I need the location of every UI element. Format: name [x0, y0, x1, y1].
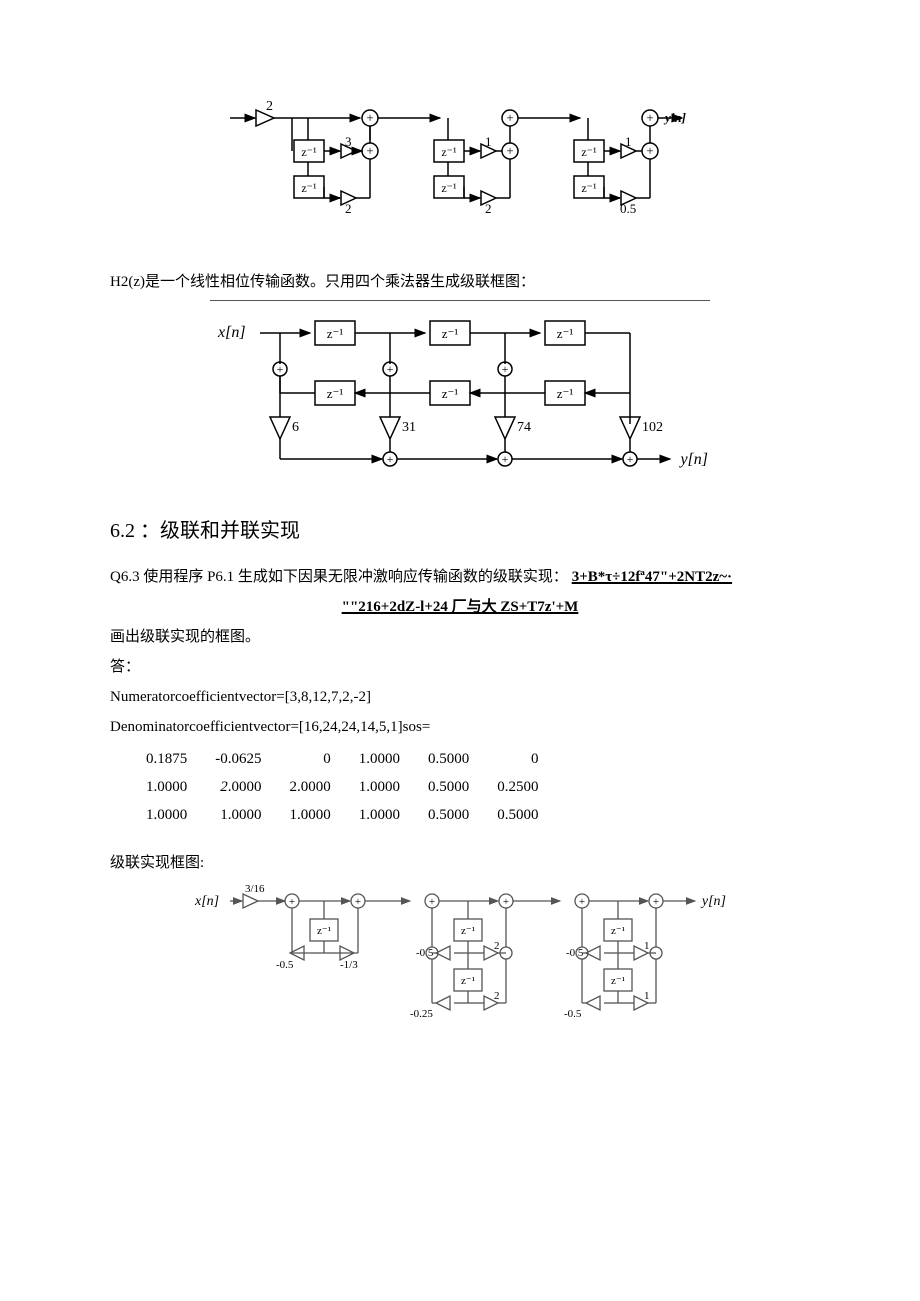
- svg-text:6: 6: [292, 420, 299, 435]
- draw-prompt: 画出级联实现的框图。: [110, 625, 810, 649]
- svg-text:2: 2: [485, 201, 492, 216]
- diagram-3: x[n] 3/16 + + z⁻¹ -0.5 -1/3 + + z⁻¹: [110, 883, 810, 1061]
- svg-text:+: +: [646, 143, 653, 158]
- svg-text:x[n]: x[n]: [217, 324, 246, 341]
- q63-formula-2: ""216+2dZ-l+24 厂与大 ZS+T7z'+M: [110, 595, 810, 619]
- svg-text:2: 2: [266, 99, 273, 114]
- svg-text:z⁻¹: z⁻¹: [557, 386, 574, 401]
- svg-text:-0.5: -0.5: [564, 1008, 582, 1020]
- svg-text:-0.5: -0.5: [276, 959, 294, 971]
- svg-text:y[n]: y[n]: [700, 894, 726, 909]
- svg-text:z⁻¹: z⁻¹: [317, 925, 331, 937]
- svg-text:2: 2: [494, 990, 500, 1002]
- svg-text:y[n]: y[n]: [678, 451, 708, 468]
- svg-text:+: +: [653, 896, 659, 908]
- svg-text:+: +: [506, 110, 513, 125]
- diagram-2: x[n] z⁻¹ z⁻¹ z⁻¹ + + + z⁻¹ z⁻¹ z⁻¹ 6 31 …: [110, 309, 810, 487]
- svg-text:1: 1: [625, 134, 632, 149]
- svg-text:-0.5: -0.5: [416, 947, 434, 959]
- svg-text:z⁻¹: z⁻¹: [461, 925, 475, 937]
- svg-text:z⁻¹: z⁻¹: [581, 145, 597, 159]
- svg-text:z⁻¹: z⁻¹: [441, 181, 457, 195]
- svg-text:+: +: [506, 143, 513, 158]
- svg-text:102: 102: [642, 420, 663, 435]
- svg-text:z⁻¹: z⁻¹: [301, 181, 317, 195]
- table-row: 1.00001.00001.0000 1.00000.50000.5000: [110, 801, 567, 829]
- sos-table: 0.1875-0.06250 1.00000.50000 1.00002.000…: [110, 745, 567, 829]
- svg-text:-1/3: -1/3: [340, 959, 358, 971]
- text-h2z: H2(z)是一个线性相位传输函数。只用四个乘法器生成级联框图：: [110, 270, 810, 294]
- table-row: 0.1875-0.06250 1.00000.50000: [110, 745, 567, 773]
- svg-text:z⁻¹: z⁻¹: [557, 326, 574, 341]
- divider: [210, 300, 710, 301]
- svg-text:+: +: [503, 896, 509, 908]
- svg-text:z⁻¹: z⁻¹: [327, 386, 344, 401]
- svg-text:-0.25: -0.25: [410, 1008, 433, 1020]
- svg-text:+: +: [277, 362, 284, 376]
- svg-text:+: +: [366, 110, 373, 125]
- svg-text:1: 1: [644, 940, 650, 952]
- numerator-vec: Numeratorcoefficientvector=[3,8,12,7,2,-…: [110, 685, 810, 709]
- svg-text:z⁻¹: z⁻¹: [611, 975, 625, 987]
- q63-text: Q6.3 使用程序 P6.1 生成如下因果无限冲激响应传输函数的级联实现：: [110, 569, 568, 585]
- svg-text:yin]: yin]: [663, 110, 686, 125]
- svg-text:+: +: [289, 896, 295, 908]
- svg-text:z⁻¹: z⁻¹: [611, 925, 625, 937]
- svg-text:z⁻¹: z⁻¹: [442, 326, 459, 341]
- svg-text:+: +: [429, 896, 435, 908]
- svg-text:31: 31: [402, 420, 416, 435]
- svg-text:+: +: [502, 362, 509, 376]
- svg-text:2: 2: [494, 940, 500, 952]
- svg-text:z⁻¹: z⁻¹: [581, 181, 597, 195]
- svg-text:3/16: 3/16: [245, 883, 265, 895]
- svg-text:2: 2: [345, 201, 352, 216]
- svg-text:z⁻¹: z⁻¹: [461, 975, 475, 987]
- cascade-figure-label: 级联实现框图:: [110, 851, 810, 875]
- diagram-1: 2 + z⁻¹ 3 + z⁻¹ 2 + z⁻¹: [110, 98, 810, 256]
- svg-text:z⁻¹: z⁻¹: [441, 145, 457, 159]
- svg-text:+: +: [355, 896, 361, 908]
- denominator-vec: Denominatorcoefficientvector=[16,24,24,1…: [110, 715, 810, 739]
- svg-text:+: +: [387, 362, 394, 376]
- svg-text:z⁻¹: z⁻¹: [327, 326, 344, 341]
- svg-text:74: 74: [517, 420, 531, 435]
- svg-text:+: +: [579, 896, 585, 908]
- svg-text:z⁻¹: z⁻¹: [442, 386, 459, 401]
- svg-text:+: +: [646, 110, 653, 125]
- svg-text:-0.5: -0.5: [566, 947, 584, 959]
- q63-line: Q6.3 使用程序 P6.1 生成如下因果无限冲激响应传输函数的级联实现： 3+…: [110, 565, 810, 589]
- svg-text:+: +: [366, 143, 373, 158]
- svg-text:+: +: [502, 452, 509, 466]
- q63-formula-1: 3+B*τ÷12fª47"+2NT2z~·: [572, 569, 732, 585]
- svg-text:1: 1: [485, 134, 492, 149]
- svg-text:z⁻¹: z⁻¹: [301, 145, 317, 159]
- section-title: 6.2 ：级联和并联实现: [110, 515, 810, 547]
- svg-text:+: +: [387, 452, 394, 466]
- answer-label: 答：: [110, 655, 810, 679]
- svg-text:x[n]: x[n]: [194, 894, 219, 909]
- svg-text:1: 1: [644, 990, 650, 1002]
- svg-text:0.5: 0.5: [620, 201, 636, 216]
- svg-text:3: 3: [345, 134, 352, 149]
- svg-text:+: +: [627, 452, 634, 466]
- table-row: 1.00002.00002.0000 1.00000.50000.2500: [110, 773, 567, 801]
